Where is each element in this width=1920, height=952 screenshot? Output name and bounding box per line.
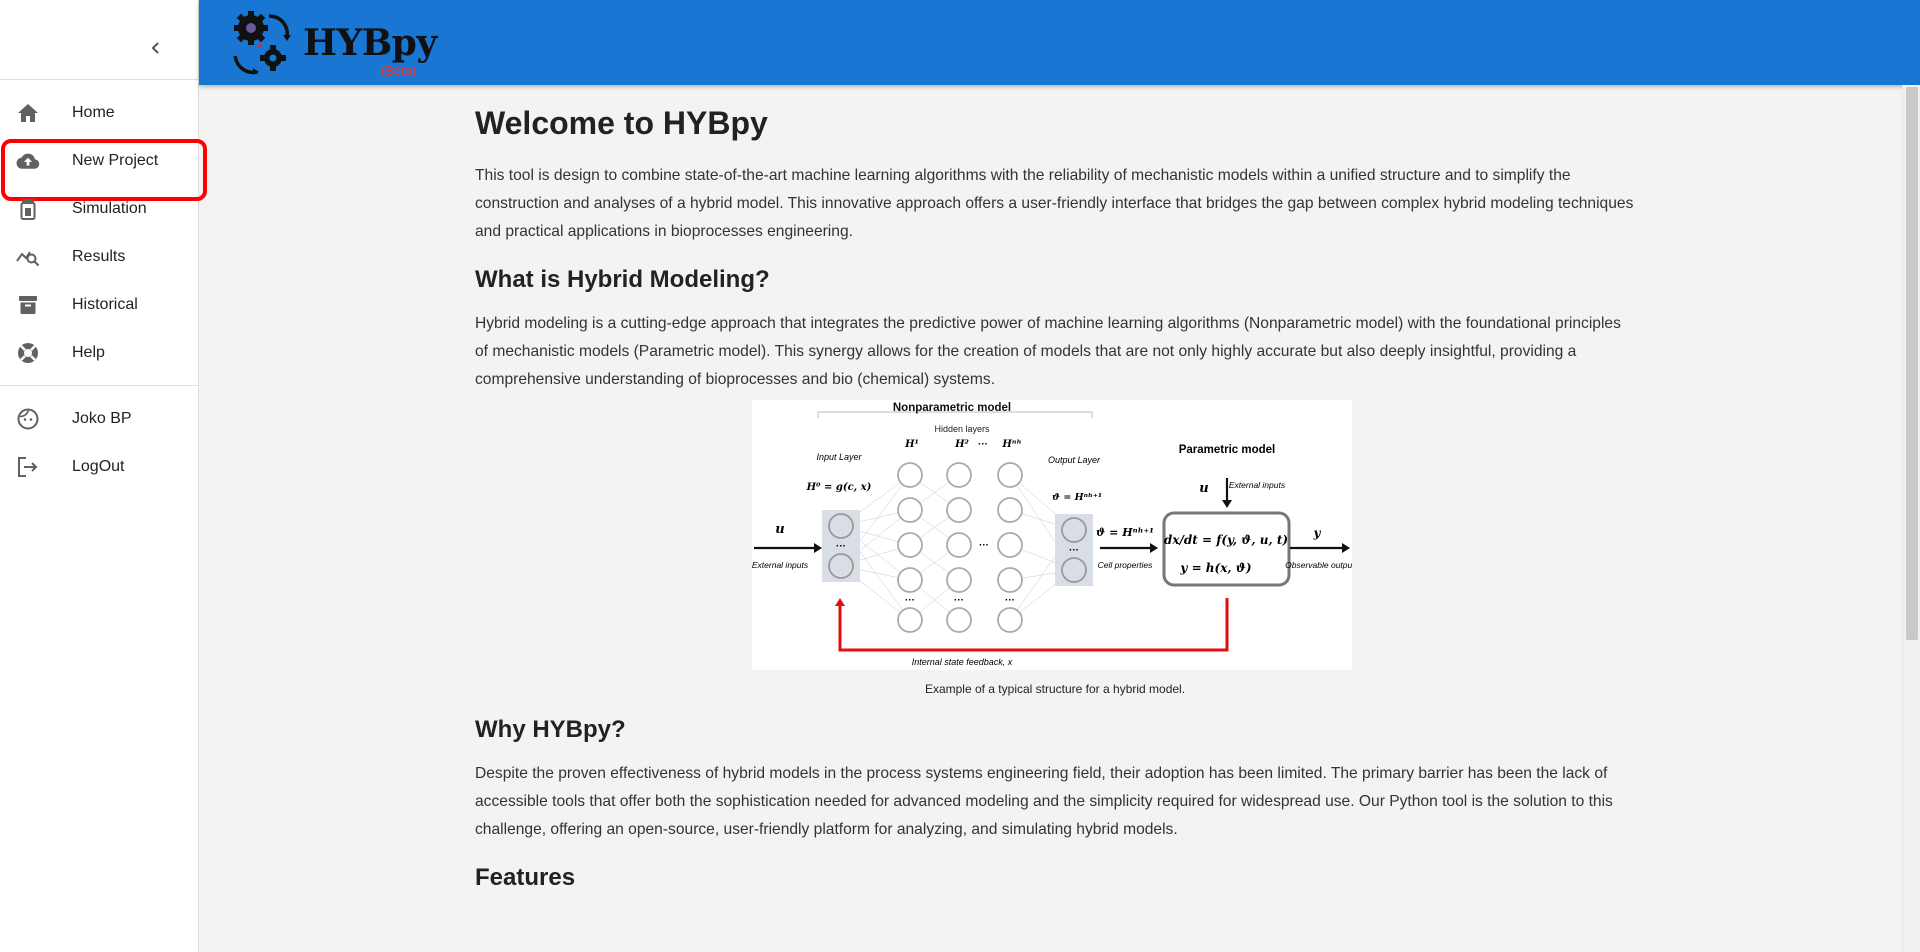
theta-equation: ϑ = Hⁿʰ⁺¹	[1052, 492, 1102, 503]
sidebar-item-label: Home	[72, 104, 115, 121]
section-title-why-hybpy: Why HYBpy?	[475, 716, 626, 743]
observable-outputs-label: Observable outputs	[1285, 560, 1352, 570]
hybrid-model-diagram: Nonparametric model Hidden layers H¹ H² …	[752, 400, 1360, 670]
parametric-label: Parametric model	[1179, 444, 1276, 456]
u-input-label: u	[775, 522, 784, 537]
logout-icon	[16, 455, 40, 479]
sidebar-item-label: Results	[72, 248, 126, 265]
page-scrollbar[interactable]	[1902, 85, 1920, 952]
h0-equation: H⁰ = g(c, x)	[806, 482, 872, 493]
results-icon	[16, 245, 40, 269]
sidebar-item-account[interactable]: Joko BP	[0, 395, 198, 443]
feedback-label: Internal state feedback, x	[912, 657, 1013, 667]
svg-text:···: ···	[979, 540, 989, 551]
brand[interactable]: HYBpy (Beta)	[229, 8, 437, 78]
external-inputs-label-left: External inputs	[752, 560, 809, 570]
section-title-features: Features	[475, 864, 576, 891]
hidden-ellipsis: ···	[978, 439, 988, 450]
sidebar-item-simulation[interactable]: Simulation	[0, 185, 198, 233]
sidebar-item-new-project[interactable]: New Project	[0, 137, 207, 201]
sidebar-divider	[0, 385, 198, 386]
hybrid-model-figure: Nonparametric model Hidden layers H¹ H² …	[752, 400, 1360, 670]
parametric-eq1: dx/dt = f(y, ϑ, u, t)	[1164, 533, 1288, 547]
gear-logo-icon	[233, 11, 291, 75]
hnh-label: Hⁿʰ	[1001, 439, 1021, 450]
output-layer-label: Output Layer	[1048, 455, 1101, 465]
brand-name: HYBpy	[303, 22, 437, 64]
svg-text:···: ···	[954, 595, 964, 606]
sidebar-item-results[interactable]: Results	[0, 233, 198, 281]
home-icon	[16, 101, 40, 125]
scrollbar-thumb[interactable]	[1906, 87, 1918, 640]
svg-text:···: ···	[905, 595, 915, 606]
account-name: Joko BP	[72, 410, 132, 427]
sidebar-item-label: Historical	[72, 296, 138, 313]
intro-paragraph: This tool is design to combine state-of-…	[475, 167, 1634, 240]
main-content: Welcome to HYBpy This tool is design to …	[475, 105, 1635, 908]
cell-properties-label: Cell properties	[1098, 560, 1154, 570]
svg-text:u: u	[1199, 481, 1208, 496]
sidebar-item-label: Simulation	[72, 200, 147, 217]
sidebar-header	[0, 0, 198, 80]
sidebar-item-label: New Project	[72, 152, 159, 169]
sidebar-item-home[interactable]: Home	[0, 89, 198, 137]
hybrid-modeling-paragraph: Hybrid modeling is a cutting-edge approa…	[475, 315, 1621, 388]
user-face-icon	[16, 407, 40, 431]
parametric-eq2: y = h(x, ϑ)	[1179, 561, 1251, 575]
theta-label: ϑ = Hⁿʰ⁺¹	[1096, 526, 1154, 539]
figure-caption: Example of a typical structure for a hyb…	[924, 682, 1186, 696]
chevron-left-icon[interactable]	[144, 36, 168, 60]
y-output-label: y	[1313, 526, 1322, 540]
svg-text:···: ···	[1005, 595, 1015, 606]
section-title-hybrid-modeling: What is Hybrid Modeling?	[475, 266, 770, 293]
why-hybpy-paragraph: Despite the proven effectiveness of hybr…	[475, 765, 1613, 838]
h1-label: H¹	[904, 439, 919, 450]
sidebar-item-logout[interactable]: LogOut	[0, 443, 198, 491]
page-title: Welcome to HYBpy	[475, 105, 768, 141]
sidebar-item-label: Help	[72, 344, 105, 361]
svg-text:···: ···	[1069, 545, 1079, 556]
sidebar-item-historical[interactable]: Historical	[0, 281, 198, 329]
hidden-layers-label: Hidden layers	[934, 424, 990, 434]
sidebar: Home New Project Simulation Results Hist…	[0, 0, 207, 952]
simulation-icon	[16, 197, 40, 221]
cloud-upload-icon	[16, 149, 40, 173]
sidebar-item-label: LogOut	[72, 458, 125, 475]
sidebar-nav: Home New Project Simulation Results Hist…	[0, 80, 207, 491]
nonparametric-label: Nonparametric model	[893, 402, 1011, 414]
sidebar-item-help[interactable]: Help	[0, 329, 198, 377]
h2-label: H²	[954, 439, 969, 450]
archive-icon	[16, 293, 40, 317]
svg-text:···: ···	[836, 541, 846, 552]
input-layer-label: Input Layer	[816, 452, 862, 462]
external-inputs-label-right: External inputs	[1229, 480, 1286, 490]
beta-badge: (Beta)	[381, 63, 417, 78]
app-header: HYBpy (Beta)	[199, 0, 1920, 85]
help-icon	[16, 341, 40, 365]
